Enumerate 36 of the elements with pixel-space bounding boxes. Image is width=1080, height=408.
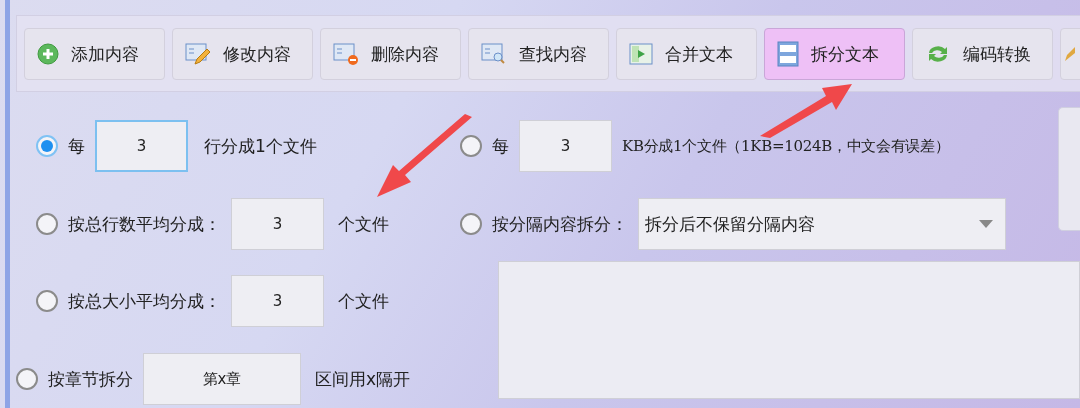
option-suffix: 个文件 [338, 212, 389, 236]
toolbar-button[interactable]: 删除内容 [320, 28, 461, 80]
option-label: 按总大小平均分成： [68, 289, 221, 313]
toolbar-button[interactable]: 修改内容 [172, 28, 313, 80]
radio-button[interactable] [16, 368, 38, 390]
option-label: 按总行数平均分成： [68, 212, 221, 236]
option-label: 按分隔内容拆分： [492, 212, 628, 236]
toolbar-button[interactable]: 编码转换 [912, 28, 1053, 80]
radio-button[interactable] [460, 135, 482, 157]
input-field[interactable]: 3 [95, 120, 188, 172]
option-suffix: 行分成1个文件 [204, 134, 317, 158]
caret-icon [979, 220, 993, 228]
input-field[interactable]: 第x章 [143, 353, 301, 405]
radio-button[interactable] [36, 213, 58, 235]
dropdown[interactable]: 拆分后不保留分隔内容 [638, 198, 1006, 250]
split-icon [777, 41, 799, 67]
input-field[interactable]: 3 [231, 198, 324, 250]
merge-icon [629, 42, 653, 66]
option-suffix: 区间用x隔开 [315, 367, 411, 391]
plus-icon [37, 43, 59, 65]
delete-list-icon [333, 42, 359, 66]
toolbar-button[interactable]: 查找内容 [468, 28, 609, 80]
option-label: 按章节拆分 [48, 367, 133, 391]
input-field[interactable]: 3 [519, 120, 612, 172]
toolbar-button[interactable]: 添加内容 [24, 28, 165, 80]
option-label: 每 [492, 134, 509, 158]
option-suffix: 个文件 [338, 289, 389, 313]
radio-button[interactable] [36, 290, 58, 312]
option-label: 每 [68, 134, 85, 158]
radio-button[interactable] [36, 135, 58, 157]
toolbar-button[interactable]: 合并文本 [616, 28, 757, 80]
search-icon [481, 42, 507, 66]
toolbar-button[interactable]: 拆分文本 [764, 28, 905, 80]
input-field[interactable]: 3 [231, 275, 324, 327]
option-suffix: KB分成1个文件（1KB=1024B，中文会有误差） [622, 136, 950, 156]
radio-button[interactable] [460, 213, 482, 235]
